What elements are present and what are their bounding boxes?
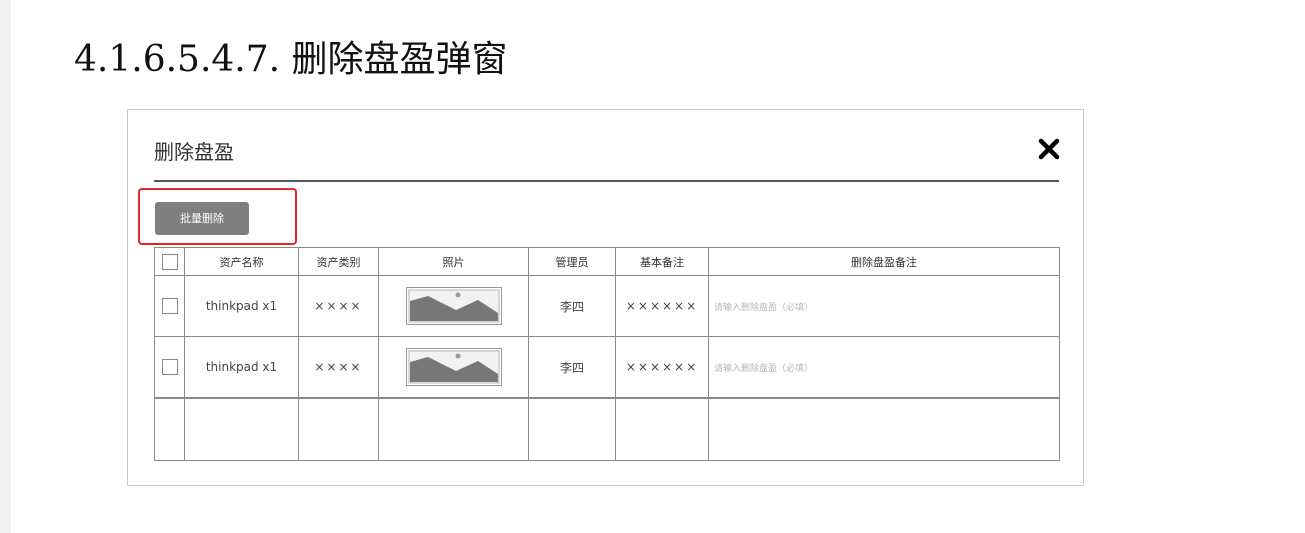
empty-cell	[184, 397, 299, 461]
basic-note: ××××××	[615, 275, 709, 337]
empty-cell	[154, 397, 185, 461]
basic-note: ××××××	[615, 336, 709, 399]
row-select-cell[interactable]	[154, 275, 185, 337]
title-divider	[154, 180, 1059, 182]
photo-cell	[378, 275, 529, 337]
surplus-table: 资产名称 资产类别 照片 管理员 基本备注 删除盘盈备注 thinkpad x1…	[154, 247, 1060, 461]
admin-name: 李四	[528, 275, 616, 337]
table-row: thinkpad x1 ×××× 李四 ××××××	[154, 275, 1060, 337]
header-photo: 照片	[378, 247, 529, 276]
empty-cell	[528, 397, 616, 461]
asset-name: thinkpad x1	[184, 275, 299, 337]
delete-surplus-modal: 删除盘盈 批量删除 资产名称 资产类别 照片 管理员 基本备注 删除盘盈备注 t…	[127, 109, 1084, 486]
delete-remark-input[interactable]	[712, 362, 1056, 375]
row-checkbox[interactable]	[161, 298, 178, 314]
empty-cell	[298, 397, 379, 461]
header-basic-note: 基本备注	[615, 247, 709, 276]
header-delete-remark: 删除盘盈备注	[708, 247, 1060, 276]
remark-cell[interactable]	[708, 336, 1060, 399]
remark-cell[interactable]	[708, 275, 1060, 337]
empty-cell	[378, 397, 529, 461]
image-placeholder-icon	[405, 348, 502, 386]
table-row: thinkpad x1 ×××× 李四 ××××××	[154, 336, 1060, 399]
table-header-row: 资产名称 资产类别 照片 管理员 基本备注 删除盘盈备注	[154, 247, 1060, 276]
row-checkbox[interactable]	[161, 359, 178, 375]
header-asset-name: 资产名称	[184, 247, 299, 276]
delete-remark-input[interactable]	[712, 301, 1056, 314]
empty-cell	[615, 397, 709, 461]
section-heading: 4.1.6.5.4.7. 删除盘盈弹窗	[74, 39, 508, 80]
select-all-checkbox[interactable]	[161, 253, 178, 270]
photo-cell	[378, 336, 529, 399]
admin-name: 李四	[528, 336, 616, 399]
header-admin: 管理员	[528, 247, 616, 276]
row-select-cell[interactable]	[154, 336, 185, 399]
modal-title: 删除盘盈	[154, 140, 234, 164]
asset-category: ××××	[298, 275, 379, 337]
asset-category: ××××	[298, 336, 379, 399]
asset-name: thinkpad x1	[184, 336, 299, 399]
header-asset-category: 资产类别	[298, 247, 379, 276]
select-all-cell[interactable]	[154, 247, 185, 276]
left-margin-strip	[0, 0, 11, 533]
close-icon[interactable]	[1037, 137, 1061, 161]
empty-cell	[708, 397, 1060, 461]
batch-delete-button[interactable]: 批量删除	[155, 202, 249, 235]
image-placeholder-icon	[405, 287, 502, 325]
empty-table-row	[154, 397, 1060, 461]
